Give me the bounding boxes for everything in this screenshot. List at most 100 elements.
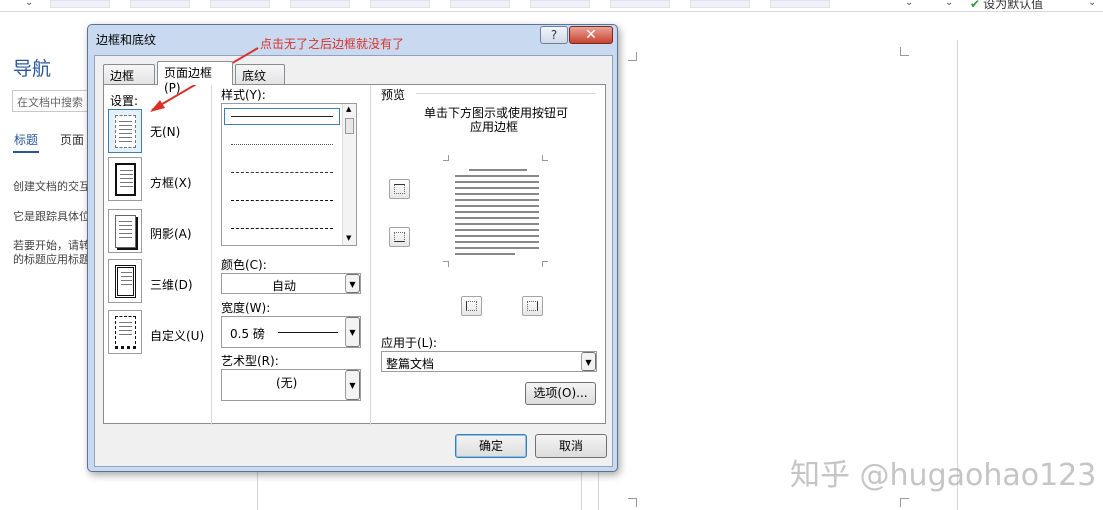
color-label: 颜色(C): bbox=[221, 258, 267, 272]
setting-none-option[interactable] bbox=[108, 109, 142, 153]
nav-title: 导航 bbox=[13, 58, 52, 80]
chevron-down-icon[interactable]: ▼ bbox=[345, 274, 360, 293]
preview-text-line bbox=[455, 241, 539, 243]
setting-none-label[interactable]: 无(N) bbox=[150, 123, 180, 140]
width-select[interactable]: 0.5 磅 ▼ bbox=[221, 316, 361, 348]
nav-tab-pages[interactable]: 页面 bbox=[60, 131, 84, 148]
apply-to-select[interactable]: 整篇文档 ▼ bbox=[381, 351, 597, 372]
right-border-button[interactable] bbox=[522, 296, 543, 316]
preview-hint: 应用边框 bbox=[470, 120, 519, 134]
style-gallery-item[interactable] bbox=[530, 0, 590, 8]
setting-shadow-label[interactable]: 阴影(A) bbox=[150, 225, 192, 242]
style-gallery-item[interactable] bbox=[210, 0, 270, 8]
style-gallery-item[interactable] bbox=[770, 0, 830, 8]
style-dashed-line[interactable] bbox=[231, 172, 333, 173]
color-select[interactable]: 自动 ▼ bbox=[221, 273, 361, 294]
crop-mark bbox=[542, 155, 548, 161]
chevron-down-icon[interactable]: ⌄ bbox=[945, 0, 953, 8]
preview-label: 预览 bbox=[381, 88, 406, 102]
preview-page[interactable] bbox=[443, 155, 548, 267]
setting-custom-option[interactable] bbox=[108, 310, 142, 354]
scroll-down-icon[interactable]: ▼ bbox=[346, 234, 351, 242]
close-button[interactable]: ✕ bbox=[569, 26, 613, 44]
annotation-text: 点击无了之后边框就没有了 bbox=[260, 37, 405, 51]
preview-text-line bbox=[455, 187, 539, 189]
preview-text-line bbox=[455, 211, 539, 213]
top-border-button[interactable] bbox=[389, 179, 410, 199]
border-left-icon bbox=[466, 301, 477, 311]
preview-divider bbox=[416, 93, 596, 94]
crop-mark bbox=[542, 261, 548, 267]
nav-tab-indicator bbox=[13, 151, 39, 153]
tab-page-border[interactable]: 页面边框(P) bbox=[157, 61, 233, 95]
setting-3d-label[interactable]: 三维(D) bbox=[150, 276, 193, 293]
crop-mark bbox=[628, 52, 637, 61]
style-dotted-line[interactable] bbox=[231, 144, 333, 145]
art-select[interactable]: (无) ▼ bbox=[221, 369, 361, 401]
border-top-icon bbox=[394, 184, 405, 194]
ok-button[interactable]: 确定 bbox=[455, 434, 527, 458]
crop-mark bbox=[900, 498, 909, 507]
style-gallery-item[interactable] bbox=[450, 0, 510, 8]
style-gallery-item[interactable] bbox=[290, 0, 350, 8]
set-default-button[interactable]: ✔ 设为默认值 bbox=[970, 0, 1043, 12]
check-circle-icon: ✔ bbox=[970, 0, 981, 11]
setting-custom-label[interactable]: 自定义(U) bbox=[150, 327, 204, 344]
page-box-icon bbox=[115, 163, 136, 196]
setting-box-label[interactable]: 方框(X) bbox=[150, 174, 192, 191]
bottom-border-button[interactable] bbox=[389, 227, 410, 247]
tab-borders[interactable]: 边框(B) bbox=[103, 64, 155, 98]
chevron-down-icon[interactable]: ⌄ bbox=[25, 0, 33, 8]
crop-mark bbox=[443, 155, 449, 161]
nav-tab-headings[interactable]: 标题 bbox=[14, 131, 38, 148]
width-label: 宽度(W): bbox=[221, 301, 271, 315]
style-label: 样式(Y): bbox=[221, 88, 266, 102]
preview-text-line bbox=[455, 217, 539, 219]
settings-label: 设置: bbox=[110, 94, 139, 108]
style-dash-dot-line[interactable] bbox=[231, 228, 333, 229]
preview-text-line bbox=[455, 253, 515, 255]
page-custom-icon bbox=[115, 316, 136, 349]
style-gallery-item[interactable] bbox=[370, 0, 430, 8]
page-3d-icon bbox=[115, 265, 136, 298]
options-button[interactable]: 选项(O)... bbox=[525, 382, 596, 405]
preview-text-line bbox=[455, 223, 539, 225]
style-gallery-item[interactable] bbox=[50, 0, 110, 8]
watermark: 知乎 @hugaohao123 bbox=[790, 458, 1097, 493]
width-value: 0.5 磅 bbox=[230, 327, 265, 341]
style-long-dash-line[interactable] bbox=[231, 200, 333, 201]
setting-3d-option[interactable] bbox=[108, 259, 142, 303]
chevron-down-icon[interactable]: ▼ bbox=[581, 352, 596, 371]
nav-help-text: 的标题应用标题 bbox=[13, 253, 90, 266]
chevron-down-icon[interactable]: ▼ bbox=[345, 317, 360, 347]
dialog-title: 边框和底纹 bbox=[96, 33, 157, 47]
document-page[interactable] bbox=[598, 40, 958, 510]
setting-box-option[interactable] bbox=[108, 157, 142, 201]
tab-shading[interactable]: 底纹(S) bbox=[235, 64, 285, 98]
chevron-down-icon[interactable]: ▼ bbox=[345, 370, 360, 400]
border-right-icon bbox=[527, 301, 538, 311]
border-style-list[interactable]: ▲ ▼ bbox=[221, 103, 357, 246]
preview-text-line bbox=[455, 193, 539, 195]
nav-help-text: 创建文档的交互 bbox=[13, 180, 90, 193]
scroll-up-icon[interactable]: ▲ bbox=[346, 105, 351, 113]
scrollbar-thumb[interactable] bbox=[345, 118, 354, 134]
page-shadow-icon bbox=[115, 215, 136, 248]
style-scrollbar[interactable]: ▲ ▼ bbox=[342, 104, 356, 245]
chevron-down-icon[interactable]: ⌄ bbox=[905, 0, 913, 8]
preview-text-line bbox=[455, 181, 539, 183]
cancel-button[interactable]: 取消 bbox=[535, 434, 607, 458]
help-button[interactable]: ? bbox=[540, 26, 568, 44]
style-gallery-item[interactable] bbox=[690, 0, 750, 8]
chevron-down-icon[interactable]: ⌄ bbox=[1088, 0, 1096, 8]
style-gallery-item[interactable] bbox=[610, 0, 670, 8]
tab-panel: 设置: 无(N) 方框(X) 阴影(A) 三维(D) 自定义(U) 样式(Y):… bbox=[103, 84, 606, 425]
setting-shadow-option[interactable] bbox=[108, 209, 142, 253]
left-border-button[interactable] bbox=[461, 296, 482, 316]
style-gallery-item[interactable] bbox=[130, 0, 190, 8]
preview-text-line bbox=[455, 175, 539, 177]
width-preview-line bbox=[278, 332, 338, 333]
crop-mark bbox=[900, 47, 909, 56]
style-solid-line[interactable] bbox=[231, 116, 333, 117]
preview-text-line bbox=[455, 199, 539, 201]
